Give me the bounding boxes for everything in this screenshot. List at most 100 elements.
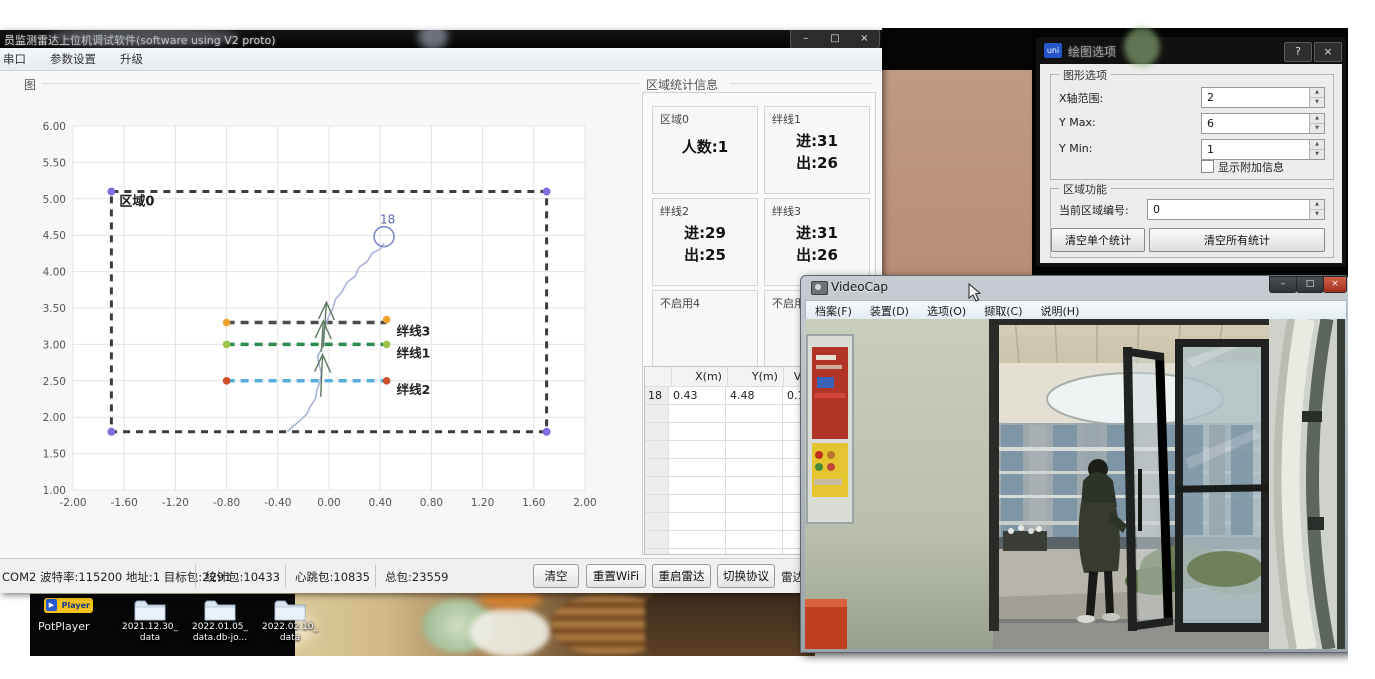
table-cell — [726, 405, 783, 422]
radar-app-window: 员监测雷达上位机调试软件(software using V2 proto) – … — [0, 30, 882, 593]
radar-menu-item-2[interactable]: 升级 — [108, 51, 155, 67]
maximize-button[interactable]: □ — [823, 33, 847, 44]
stat-group-values: 进:31出:26 — [765, 131, 869, 175]
graphics-options-group: 图形选项 X轴范围:2▲▼Y Max:6▲▼Y Min:1▲▼ 显示附加信息 — [1050, 74, 1334, 180]
potplayer-icon[interactable]: Player — [44, 598, 93, 613]
dialog-field-label-1: Y Max: — [1059, 116, 1096, 129]
radar-menu-item-1[interactable]: 参数设置 — [38, 51, 108, 67]
radar-plot[interactable]: -2.00-1.60-1.20-0.80-0.400.000.400.801.2… — [28, 96, 644, 548]
x-tick-label: 1.20 — [471, 497, 494, 509]
videocap-app-icon — [811, 281, 828, 295]
table-cell — [726, 531, 783, 548]
y-tick-label: 5.50 — [43, 157, 66, 169]
clear-single-stat-button[interactable]: 清空单个统计 — [1051, 228, 1145, 252]
table-cell: 4.48 — [726, 387, 783, 404]
dialog-spin-value: 6 — [1207, 117, 1214, 130]
videocap-menu-item-1[interactable]: 装置(D) — [861, 303, 918, 319]
camera-scene — [805, 319, 1345, 649]
videocap-menu-item-0[interactable]: 档案(F) — [806, 303, 861, 319]
videocap-menu-item-3[interactable]: 撷取(C) — [975, 303, 1031, 319]
table-cell — [669, 441, 726, 458]
table-cell — [645, 477, 669, 494]
stat-value-line: 出:26 — [765, 153, 869, 175]
desktop-folder-0[interactable]: 2021.12.30_data — [118, 596, 182, 644]
tripline-start-dot — [223, 341, 231, 349]
dialog-help-button[interactable]: ? — [1284, 42, 1312, 62]
show-extra-info-checkbox[interactable] — [1201, 160, 1214, 173]
dialog-spinbox-1[interactable]: 6 ▲▼ — [1201, 113, 1325, 134]
videocap-close-button[interactable]: × — [1323, 276, 1347, 293]
table-cell — [645, 531, 669, 548]
videocap-video-area — [805, 319, 1345, 649]
stat-group-values: 进:29出:25 — [653, 223, 757, 267]
stat-group-3: 绊线3进:31出:26 — [764, 198, 870, 286]
clear-all-stats-button[interactable]: 清空所有统计 — [1149, 228, 1325, 252]
y-tick-label: 3.00 — [43, 339, 66, 351]
statusbar-button-3[interactable]: 切换协议 — [717, 564, 775, 588]
plot-group-label: 图 — [24, 76, 36, 93]
videocap-minimize-button[interactable]: – — [1269, 276, 1297, 293]
statusbar-divider — [285, 565, 286, 587]
privacy-blur-blob — [1124, 27, 1160, 67]
door-frame-left — [989, 319, 999, 631]
region-corner-dot — [543, 188, 551, 196]
x-tick-label: 0.00 — [317, 497, 340, 509]
spinner-arrows-icon[interactable]: ▲▼ — [1309, 140, 1324, 159]
spinner-arrows-icon[interactable]: ▲▼ — [1309, 200, 1324, 219]
stat-value-line: 进:31 — [765, 131, 869, 153]
y-tick-label: 4.00 — [43, 267, 66, 279]
stat-value-line: 出:25 — [653, 245, 757, 267]
statusbar-button-0[interactable]: 清空 — [533, 564, 579, 588]
fixed-glass-panel — [1175, 339, 1271, 632]
show-extra-info-label: 显示附加信息 — [1218, 159, 1284, 175]
folder-label-line1: 2022.01.05_ — [188, 622, 252, 633]
dialog-title: 绘图选项 — [1068, 43, 1116, 60]
right-pillar — [1269, 319, 1345, 649]
dialog-app-icon: uni — [1044, 43, 1062, 58]
y-tick-label: 6.00 — [43, 121, 66, 133]
dialog-spinbox-2[interactable]: 1▲▼ — [1201, 139, 1325, 160]
table-cell — [645, 459, 669, 476]
y-tick-label: 3.50 — [43, 303, 66, 315]
table-cell — [645, 441, 669, 458]
minimize-button[interactable]: – — [794, 33, 818, 44]
stats-title: 区域统计信息 — [646, 76, 718, 93]
current-region-spinbox[interactable]: 0 ▲▼ — [1147, 199, 1325, 220]
x-tick-label: 0.40 — [369, 497, 392, 509]
x-tick-label: -0.80 — [213, 497, 240, 509]
radar-titlebar[interactable]: 员监测雷达上位机调试软件(software using V2 proto) – … — [0, 30, 882, 48]
statusbar-button-2[interactable]: 重启雷达 — [652, 564, 711, 588]
statusbar-divider — [195, 565, 196, 587]
dialog-close-button[interactable]: × — [1314, 42, 1342, 62]
stat-value-line: 进:29 — [653, 223, 757, 245]
desktop-folder-2[interactable]: 2022.02.10_data — [258, 596, 322, 644]
videocap-maximize-button[interactable]: □ — [1296, 276, 1324, 293]
folder-label-line2: data — [258, 633, 322, 644]
fire-extinguisher-cabinet — [807, 335, 853, 523]
videocap-menu-item-4[interactable]: 说明(H) — [1032, 303, 1089, 319]
region-functions-group: 区域功能 当前区域编号: 0 ▲▼ 清空单个统计 清空所有统计 — [1050, 188, 1334, 258]
close-button[interactable]: × — [852, 33, 876, 44]
desktop-folder-1[interactable]: 2022.01.05_data.db-jo... — [188, 596, 252, 644]
radar-menu-item-0[interactable]: 串口 — [0, 51, 38, 67]
y-tick-label: 1.50 — [43, 449, 66, 461]
current-region-value: 0 — [1153, 203, 1160, 216]
dialog-spinbox-0[interactable]: 2▲▼ — [1201, 87, 1325, 108]
statusbar-button-1[interactable]: 重置WiFi — [586, 564, 646, 588]
stats-group-line — [730, 83, 872, 84]
radar-window-controls: – □ × — [790, 30, 880, 49]
statusbar-info-1: 统计包:10433 — [205, 569, 280, 585]
x-tick-label: 0.80 — [420, 497, 443, 509]
table-cell — [669, 459, 726, 476]
region-functions-legend: 区域功能 — [1059, 181, 1111, 197]
stat-group-4: 不启用4 — [652, 290, 758, 372]
table-header-cell: X(m) — [672, 367, 728, 386]
spinner-arrows-icon[interactable]: ▲▼ — [1309, 114, 1324, 133]
spinner-arrows-icon[interactable]: ▲▼ — [1309, 88, 1324, 107]
dialog-field-label-0: X轴范围: — [1059, 90, 1103, 106]
stat-group-label: 绊线3 — [772, 203, 801, 219]
plot-options-dialog: uni 绘图选项 ? × 图形选项 X轴范围:2▲▼Y Max:6▲▼Y Min… — [1035, 36, 1347, 268]
x-tick-label: -2.00 — [59, 497, 86, 509]
stat-group-1: 绊线1进:31出:26 — [764, 106, 870, 194]
videocap-menu-item-2[interactable]: 选项(O) — [918, 303, 975, 319]
